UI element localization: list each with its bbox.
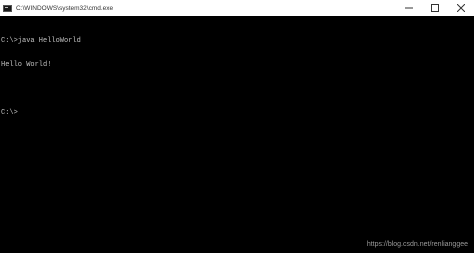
maximize-button[interactable] xyxy=(422,0,448,16)
cmd-window: C:\WINDOWS\system32\cmd.exe C:\>java Hel… xyxy=(0,0,474,253)
cmd-icon xyxy=(3,4,12,12)
minimize-icon xyxy=(405,7,413,9)
console-prompt-line: C:\> xyxy=(1,109,471,117)
window-controls xyxy=(396,0,474,16)
window-title: C:\WINDOWS\system32\cmd.exe xyxy=(16,4,114,12)
close-icon xyxy=(457,4,465,12)
console-prompt: C:\> xyxy=(1,109,18,117)
watermark: https://blog.csdn.net/renlianggee xyxy=(366,241,468,248)
console-line: Hello World! xyxy=(1,61,52,69)
close-button[interactable] xyxy=(448,0,474,16)
maximize-icon xyxy=(431,4,439,12)
minimize-button[interactable] xyxy=(396,0,422,16)
console-output[interactable]: C:\>java HelloWorld Hello World! C:\> xyxy=(0,21,471,253)
title-bar[interactable]: C:\WINDOWS\system32\cmd.exe xyxy=(0,0,474,16)
console-line: C:\>java HelloWorld xyxy=(1,37,81,45)
